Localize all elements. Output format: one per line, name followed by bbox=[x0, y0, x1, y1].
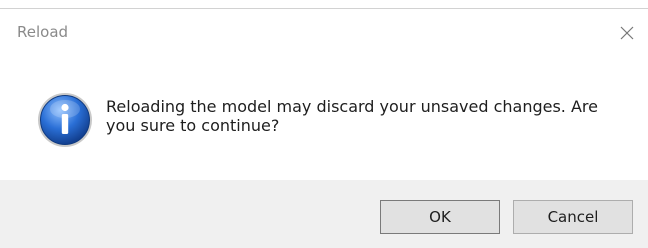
dialog-message: Reloading the model may discard your uns… bbox=[106, 97, 598, 135]
background-window-strip bbox=[0, 0, 648, 9]
dialog-title: Reload bbox=[17, 23, 69, 41]
close-icon bbox=[620, 26, 634, 40]
dialog-content: Reloading the model may discard your uns… bbox=[0, 57, 648, 179]
reload-dialog: Reload Reloading the model may discard y… bbox=[0, 0, 648, 248]
ok-button[interactable]: OK bbox=[380, 200, 500, 234]
dialog-footer: OK Cancel bbox=[0, 180, 648, 248]
close-button[interactable] bbox=[612, 18, 642, 48]
cancel-button[interactable]: Cancel bbox=[513, 200, 633, 234]
dialog-titlebar: Reload bbox=[0, 9, 648, 57]
info-icon bbox=[38, 93, 92, 147]
